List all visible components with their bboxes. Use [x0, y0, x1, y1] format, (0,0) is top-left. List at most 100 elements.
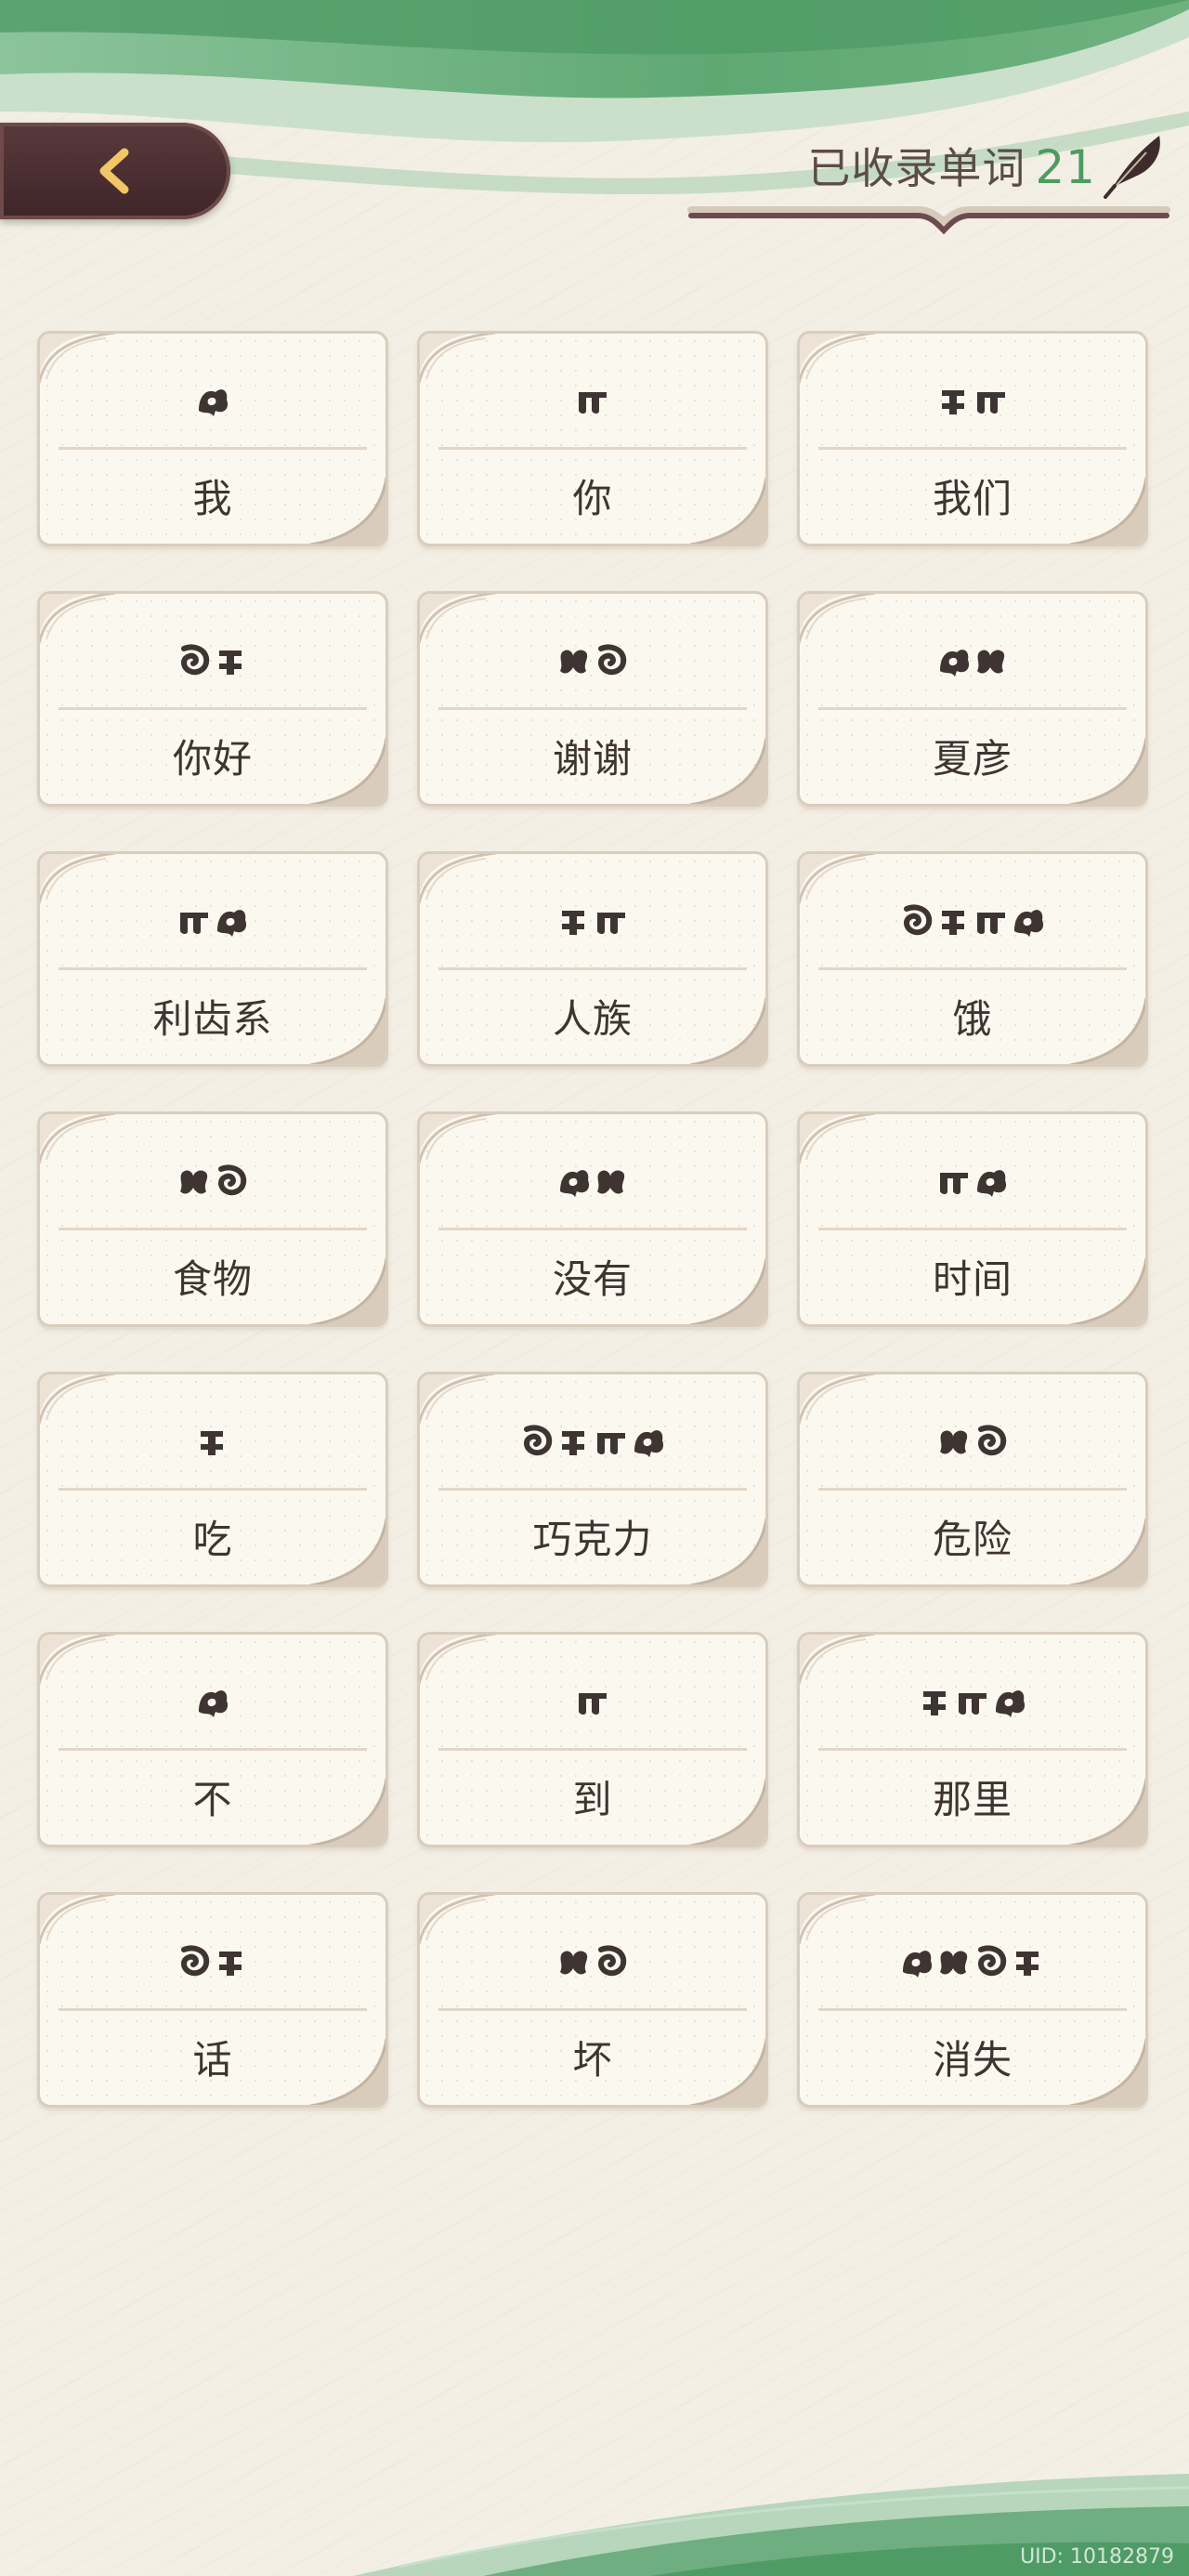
- word-card[interactable]: 话: [37, 1892, 388, 2108]
- word-card[interactable]: 消失: [797, 1892, 1148, 2108]
- rune-word: [40, 1163, 385, 1200]
- word-card[interactable]: 饿: [797, 851, 1148, 1067]
- counter-value: 21: [1035, 140, 1096, 194]
- page-curl-top: [800, 1114, 876, 1164]
- card-divider: [818, 2008, 1127, 2011]
- rune-glyph-icon: [219, 1952, 242, 1976]
- book-shelf-decoration: [687, 206, 1170, 235]
- rune-glyph-icon: [940, 650, 970, 677]
- word-grid: 我 你 我们你好 谢谢 夏彦利齿系 人族 饿食物 没有 时间吃 巧克力 危险不 到 那里话 坏 消失: [37, 331, 1148, 2108]
- page-curl-top: [420, 334, 496, 384]
- card-divider: [818, 707, 1127, 710]
- rune-word: [800, 1943, 1145, 1980]
- word-card[interactable]: 不: [37, 1632, 388, 1847]
- rune-glyph-icon: [562, 911, 584, 935]
- card-divider: [59, 2008, 367, 2011]
- rune-glyph-icon: [996, 1690, 1026, 1717]
- collected-words-counter: 已收录单词 21: [807, 135, 1096, 196]
- rune-glyph-icon: [904, 904, 933, 936]
- word-card[interactable]: 那里: [797, 1632, 1148, 1847]
- word-card[interactable]: 坏: [417, 1892, 768, 2108]
- page-curl-top: [800, 334, 876, 384]
- rune-glyph-icon: [978, 1425, 1007, 1456]
- rune-glyph-icon: [977, 392, 1005, 414]
- rune-word: [800, 902, 1145, 940]
- word-card[interactable]: 利齿系: [37, 851, 388, 1067]
- rune-glyph-icon: [201, 1431, 223, 1455]
- word-card[interactable]: 我: [37, 331, 388, 546]
- word-meaning: 人族: [552, 996, 633, 1042]
- rune-glyph-icon: [597, 1170, 625, 1194]
- rune-glyph-icon: [978, 1945, 1007, 1977]
- card-divider: [438, 447, 747, 450]
- card-divider: [59, 967, 367, 970]
- word-card[interactable]: 你: [417, 331, 768, 546]
- page-curl-top: [40, 1114, 116, 1164]
- page-curl-top: [40, 594, 116, 644]
- rune-word: [800, 1683, 1145, 1720]
- rune-glyph-icon: [634, 1430, 664, 1457]
- rune-word: [420, 1683, 765, 1720]
- rune-glyph-icon: [199, 1690, 229, 1717]
- word-card[interactable]: 时间: [797, 1111, 1148, 1327]
- rune-word: [420, 1163, 765, 1200]
- card-divider: [438, 1748, 747, 1751]
- rune-word: [420, 902, 765, 940]
- word-meaning: 没有: [552, 1256, 633, 1302]
- rune-glyph-icon: [923, 1691, 946, 1715]
- page-curl-top: [800, 1895, 876, 1945]
- word-card[interactable]: 没有: [417, 1111, 768, 1327]
- rune-glyph-icon: [219, 651, 242, 675]
- word-meaning: 我们: [932, 476, 1013, 521]
- rune-word: [800, 642, 1145, 679]
- rune-glyph-icon: [560, 1170, 590, 1197]
- word-card[interactable]: 危险: [797, 1372, 1148, 1587]
- rune-word: [40, 1943, 385, 1980]
- rune-glyph-icon: [1014, 910, 1044, 937]
- word-meaning: 消失: [932, 2037, 1013, 2083]
- word-meaning: 巧克力: [532, 1517, 653, 1562]
- rune-glyph-icon: [180, 913, 208, 934]
- rune-glyph-icon: [598, 1945, 627, 1977]
- rune-word: [40, 1423, 385, 1460]
- page-curl-top: [40, 334, 116, 384]
- rune-glyph-icon: [1016, 1952, 1039, 1976]
- word-meaning: 利齿系: [152, 996, 273, 1042]
- rune-glyph-icon: [199, 389, 229, 416]
- page-curl-top: [420, 1635, 496, 1685]
- word-card[interactable]: 食物: [37, 1111, 388, 1327]
- rune-word: [40, 1683, 385, 1720]
- rune-glyph-icon: [597, 913, 625, 934]
- rune-word: [800, 1163, 1145, 1200]
- card-divider: [438, 967, 747, 970]
- uid-label: UID: 10182879: [1020, 2545, 1174, 2569]
- rune-word: [40, 902, 385, 940]
- rune-word: [800, 382, 1145, 419]
- word-card[interactable]: 巧克力: [417, 1372, 768, 1587]
- word-card[interactable]: 谢谢: [417, 591, 768, 807]
- rune-glyph-icon: [598, 644, 627, 676]
- page-curl-top: [800, 1374, 876, 1425]
- card-divider: [818, 1228, 1127, 1230]
- word-card[interactable]: 我们: [797, 331, 1148, 546]
- rune-glyph-icon: [940, 1430, 968, 1454]
- word-card[interactable]: 人族: [417, 851, 768, 1067]
- page-curl-top: [420, 1114, 496, 1164]
- card-divider: [818, 967, 1127, 970]
- rune-glyph-icon: [524, 1425, 553, 1456]
- back-button[interactable]: [0, 123, 230, 219]
- word-card[interactable]: 夏彦: [797, 591, 1148, 807]
- rune-word: [40, 382, 385, 419]
- word-meaning: 坏: [572, 2037, 613, 2083]
- rune-word: [420, 642, 765, 679]
- word-card[interactable]: 到: [417, 1632, 768, 1847]
- rune-glyph-icon: [579, 392, 607, 414]
- word-card[interactable]: 你好: [37, 591, 388, 807]
- bottom-wave-decoration: [353, 2474, 1189, 2576]
- word-card[interactable]: 吃: [37, 1372, 388, 1587]
- rune-word: [420, 382, 765, 419]
- chevron-left-icon: [99, 148, 129, 194]
- rune-glyph-icon: [597, 1433, 625, 1454]
- word-meaning: 你: [572, 476, 613, 521]
- word-meaning: 食物: [172, 1256, 253, 1302]
